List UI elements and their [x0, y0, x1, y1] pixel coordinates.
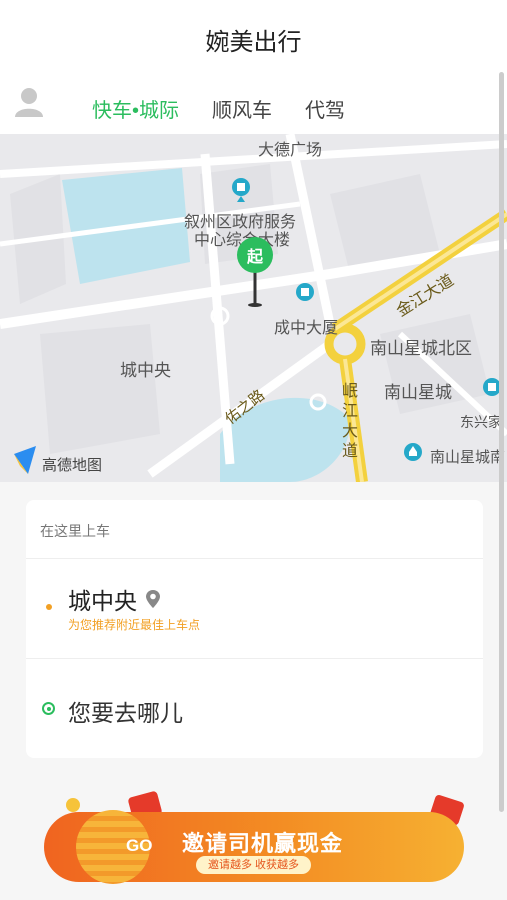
- invite-driver-banner[interactable]: GO 邀请司机赢现金 邀请越多 收获越多: [36, 788, 476, 894]
- pickup-card: 在这里上车 城中央 为您推荐附近最佳上车点 您要去哪儿: [26, 500, 483, 758]
- tab-hitch-ride[interactable]: 顺风车: [212, 94, 272, 123]
- divider: [26, 658, 483, 659]
- user-avatar-icon[interactable]: [14, 86, 44, 118]
- map-label: 南山星城北区: [370, 339, 472, 358]
- tab-designated-driver[interactable]: 代驾: [305, 94, 345, 123]
- banner-go: GO: [126, 836, 153, 855]
- destination-dot-icon: [42, 702, 55, 715]
- map-label: 城中央: [120, 361, 171, 380]
- map-label: 东兴家: [460, 414, 502, 430]
- pickup-dot-icon: [46, 604, 52, 610]
- pickup-recommendation: 为您推荐附近最佳上车点: [68, 618, 201, 632]
- map-label: 成中大厦: [274, 320, 339, 337]
- pickup-location[interactable]: 城中央: [68, 582, 161, 616]
- poi-marker-icon: [404, 443, 422, 461]
- scrollbar[interactable]: [499, 72, 504, 812]
- pickup-hint: 在这里上车: [40, 523, 110, 539]
- app-title: 婉美出行: [205, 29, 302, 56]
- banner-title: 邀请司机赢现金: [182, 831, 344, 856]
- map-label: 南山星城南: [430, 449, 506, 466]
- tab-express-intercity[interactable]: 快车•城际: [92, 94, 179, 123]
- map-logo-text: 高德地图: [42, 457, 103, 474]
- location-pin-icon: [146, 590, 160, 608]
- coin-icon: [66, 798, 80, 812]
- poi-marker-icon: [296, 283, 314, 301]
- service-tabs: 快车•城际 顺风车 代驾: [0, 72, 507, 134]
- map-label: 大德广场: [258, 142, 323, 159]
- road-label: 岷江大道: [342, 383, 359, 460]
- pickup-location-name: 城中央: [68, 588, 137, 614]
- app-header: 婉美出行: [0, 0, 507, 72]
- banner-subtitle: 邀请越多 收获越多: [196, 856, 312, 874]
- divider: [26, 558, 483, 559]
- map-label: 南山星城: [384, 383, 452, 402]
- destination-input[interactable]: 您要去哪儿: [68, 694, 183, 728]
- start-pin-label: 起: [246, 249, 263, 266]
